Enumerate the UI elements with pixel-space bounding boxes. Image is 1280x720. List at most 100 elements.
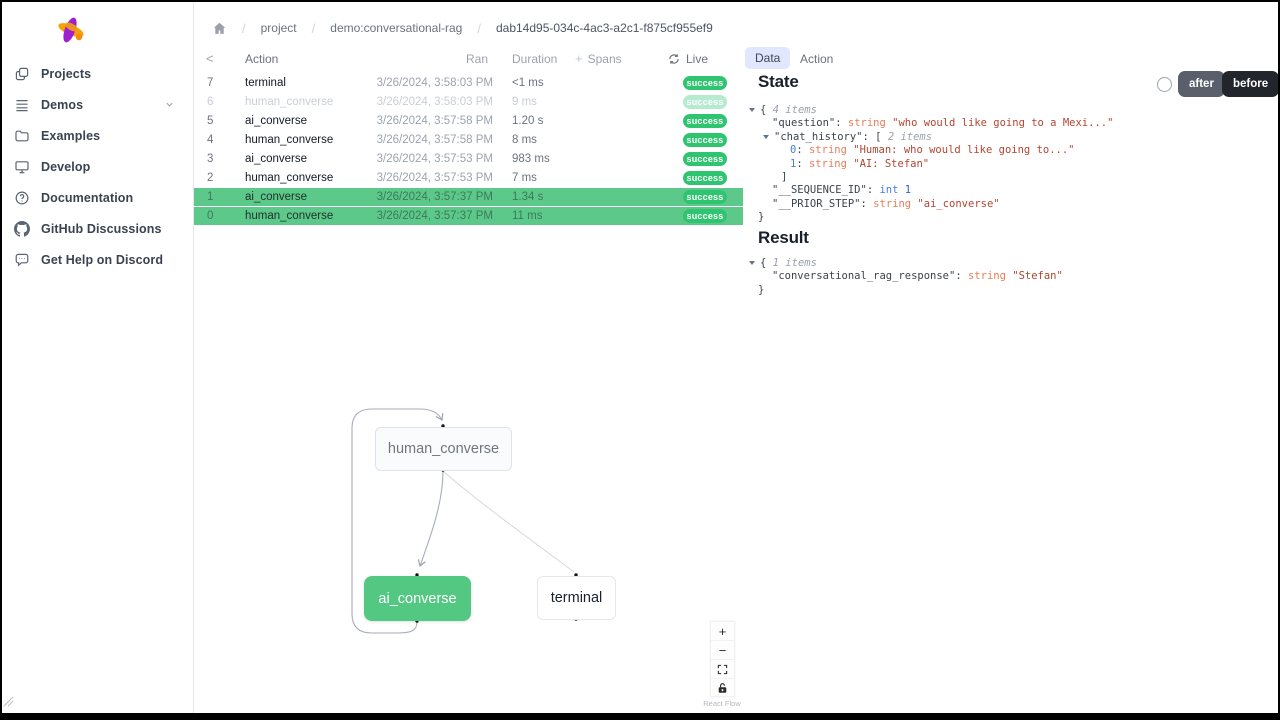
sidebar-item-get-help-on-discord[interactable]: Get Help on Discord xyxy=(2,244,193,275)
json-token: } xyxy=(758,284,764,296)
monitor-icon xyxy=(13,158,30,175)
trace-row-4[interactable]: 4human_converse3/26/2024, 3:57:58 PM8 ms… xyxy=(194,131,743,150)
status-badge: success xyxy=(683,114,727,128)
json-token: 4 items xyxy=(773,104,817,116)
row-action-name: ai_converse xyxy=(245,153,307,165)
tab-data[interactable]: Data xyxy=(745,47,790,69)
home-icon[interactable] xyxy=(212,21,227,36)
json-line: 1: string "AI: Stefan" xyxy=(750,158,1113,171)
json-token: { xyxy=(760,257,773,269)
json-token: : [ xyxy=(863,131,888,143)
result-json-viewer: { 1 items"conversational_rag_response": … xyxy=(750,257,1063,297)
state-toggle-radio[interactable] xyxy=(1157,77,1172,92)
sidebar-item-projects[interactable]: Projects xyxy=(2,58,193,89)
row-action-name: human_converse xyxy=(245,134,333,146)
trace-row-0[interactable]: 0human_converse3/26/2024, 3:57:37 PM11 m… xyxy=(194,207,743,226)
collapse-triangle-icon[interactable] xyxy=(749,261,755,265)
collapse-triangle-icon[interactable] xyxy=(763,135,769,139)
json-token: "question" xyxy=(772,117,835,129)
trace-table-rows: 7terminal3/26/2024, 3:58:03 PM<1 mssucce… xyxy=(194,74,743,226)
reactflow-controls: + − xyxy=(710,621,735,697)
app-window: Projects Demos Examples Develop Documentatio… xyxy=(2,2,1278,713)
sidebar-item-label: Projects xyxy=(41,67,91,81)
json-token: string xyxy=(848,117,886,129)
tab-action[interactable]: Action xyxy=(800,52,833,66)
live-toggle[interactable]: Live xyxy=(668,52,708,66)
folder-icon xyxy=(13,127,30,144)
row-duration: 7 ms xyxy=(512,172,537,184)
graph-node-ai_converse[interactable]: ai_converse xyxy=(364,576,471,621)
row-ran-timestamp: 3/26/2024, 3:57:37 PM xyxy=(344,191,493,203)
row-action-name: human_converse xyxy=(245,172,333,184)
row-index: 5 xyxy=(207,115,213,127)
breadcrumb-separator: / xyxy=(477,21,481,36)
row-index: 6 xyxy=(207,96,213,108)
sidebar-item-label: Documentation xyxy=(41,191,133,205)
breadcrumb-demo[interactable]: demo:conversational-rag xyxy=(330,21,462,35)
lock-button[interactable] xyxy=(710,678,735,697)
json-token: 1 items xyxy=(773,257,817,269)
json-token: 1 xyxy=(898,184,911,196)
projects-icon xyxy=(13,65,30,82)
json-line: } xyxy=(750,211,1113,224)
trace-table-header: < Action Ran Duration + Spans Live xyxy=(194,50,743,70)
trace-row-2[interactable]: 2human_converse3/26/2024, 3:57:53 PM7 ms… xyxy=(194,169,743,188)
breadcrumb-separator: / xyxy=(312,21,316,36)
graph-node-terminal[interactable]: terminal xyxy=(537,576,616,620)
row-duration: 1.34 s xyxy=(512,191,543,203)
graph-node-human_converse[interactable]: human_converse xyxy=(375,427,512,471)
breadcrumb-run-id[interactable]: dab14d95-034c-4ac3-a2c1-f875cf955ef9 xyxy=(496,21,713,35)
github-icon xyxy=(13,220,30,237)
row-duration: 983 ms xyxy=(512,153,550,165)
burr-logo[interactable] xyxy=(50,10,92,52)
json-token: 2 items xyxy=(888,131,932,143)
row-action-name: ai_converse xyxy=(245,115,307,127)
row-ran-timestamp: 3/26/2024, 3:58:03 PM xyxy=(344,96,493,108)
sidebar-item-github-discussions[interactable]: GitHub Discussions xyxy=(2,213,193,244)
sidebar: Projects Demos Examples Develop Documentatio… xyxy=(2,2,194,713)
spans-toggle[interactable]: + Spans xyxy=(575,52,622,66)
breadcrumb-project[interactable]: project xyxy=(261,21,297,35)
sidebar-item-demos[interactable]: Demos xyxy=(2,89,193,120)
fit-view-icon xyxy=(717,664,728,675)
fit-view-button[interactable] xyxy=(710,659,735,678)
collapse-triangle-icon[interactable] xyxy=(749,108,755,112)
trace-row-5[interactable]: 5ai_converse3/26/2024, 3:57:58 PM1.20 ss… xyxy=(194,112,743,131)
row-duration: 8 ms xyxy=(512,134,537,146)
edge-human-to-ai xyxy=(420,471,443,566)
zoom-in-button[interactable]: + xyxy=(710,621,735,640)
trace-row-6[interactable]: 6human_converse3/26/2024, 3:58:03 PM9 ms… xyxy=(194,93,743,112)
json-token: : xyxy=(835,117,848,129)
json-token: string xyxy=(968,270,1006,282)
json-token: "ai_converse" xyxy=(911,198,1000,210)
after-button[interactable]: after xyxy=(1178,71,1225,97)
sidebar-item-label: Examples xyxy=(41,129,100,143)
sidebar-item-develop[interactable]: Develop xyxy=(2,151,193,182)
row-ran-timestamp: 3/26/2024, 3:57:37 PM xyxy=(344,210,493,222)
row-index: 2 xyxy=(207,172,213,184)
trace-row-3[interactable]: 3ai_converse3/26/2024, 3:57:53 PM983 mss… xyxy=(194,150,743,169)
sidebar-item-label: Get Help on Discord xyxy=(41,253,163,267)
row-ran-timestamp: 3/26/2024, 3:57:58 PM xyxy=(344,134,493,146)
json-line: "chat_history": [ 2 items xyxy=(750,131,1113,144)
json-token: string xyxy=(809,158,847,170)
collapse-chevron-icon[interactable]: < xyxy=(206,51,214,66)
row-index: 1 xyxy=(207,191,213,203)
sidebar-item-documentation[interactable]: Documentation xyxy=(2,182,193,213)
row-duration: 9 ms xyxy=(512,96,537,108)
zoom-out-button[interactable]: − xyxy=(710,640,735,659)
main-content: / project / demo:conversational-rag / da… xyxy=(194,2,1278,713)
json-token: "__PRIOR_STEP" xyxy=(772,198,861,210)
state-json-viewer: { 4 items"question": string "who would l… xyxy=(750,104,1113,225)
json-token: "conversational_rag_response" xyxy=(772,270,955,282)
json-token: ] xyxy=(781,171,787,183)
trace-row-7[interactable]: 7terminal3/26/2024, 3:58:03 PM<1 mssucce… xyxy=(194,74,743,93)
before-button[interactable]: before xyxy=(1222,71,1278,97)
json-token: : xyxy=(955,270,968,282)
sidebar-item-examples[interactable]: Examples xyxy=(2,120,193,151)
trace-row-1[interactable]: 1ai_converse3/26/2024, 3:57:37 PM1.34 ss… xyxy=(194,188,743,207)
json-line: } xyxy=(750,284,1063,297)
chevron-down-icon[interactable] xyxy=(164,99,175,110)
row-ran-timestamp: 3/26/2024, 3:58:03 PM xyxy=(344,77,493,89)
json-token: "Stefan" xyxy=(1006,270,1063,282)
